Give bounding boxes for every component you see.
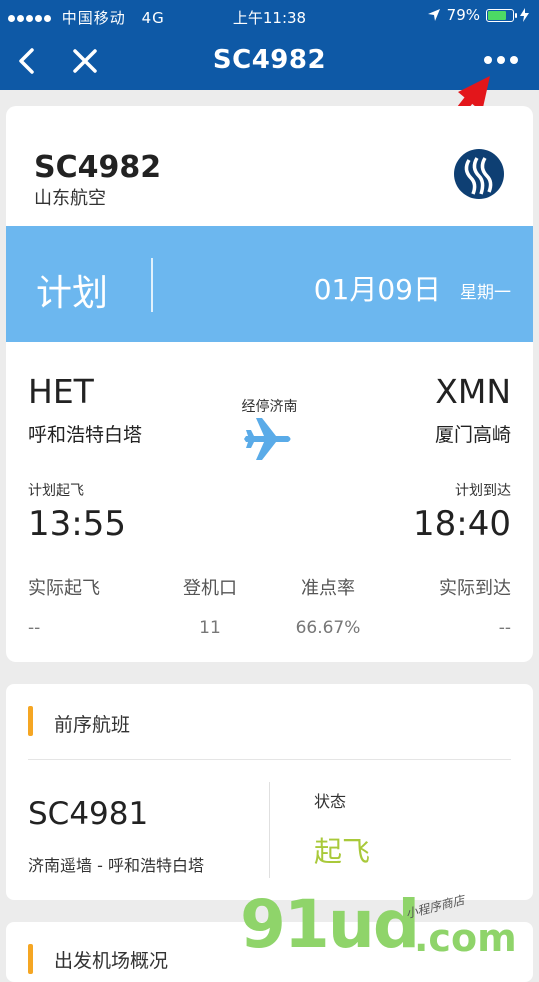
band-divider: [151, 258, 153, 312]
airline-name: 山东航空: [34, 188, 106, 209]
section-accent-bar: [28, 944, 33, 974]
stat-label: 实际起飞: [28, 578, 100, 599]
previous-flight-status-label: 状态: [314, 792, 347, 811]
status-right: 79%: [427, 6, 529, 24]
flight-weekday: 星期一: [460, 283, 511, 303]
battery-percent: 79%: [446, 6, 480, 24]
departure-time: 13:55: [28, 504, 126, 544]
battery-icon: [486, 8, 517, 22]
arrival-code: XMN: [435, 372, 511, 411]
flight-status: 计划: [36, 273, 109, 314]
location-arrow-icon: [427, 9, 440, 21]
status-band: 计划 01月09日 星期一: [6, 226, 533, 342]
section-title: 前序航班: [54, 714, 131, 736]
stat-value: 66.67%: [295, 618, 361, 638]
arrival-time-label: 计划到达: [455, 483, 511, 499]
previous-flight-status: 起飞: [314, 835, 371, 868]
shandong-airlines-logo-icon: [454, 149, 504, 199]
status-bar: 中国移动 4G 上午11:38 79%: [0, 0, 539, 32]
more-button[interactable]: [481, 52, 521, 68]
more-dots-icon: [484, 56, 492, 64]
flight-card: SC4982 山东航空 计划 01月09日 星期一 HET 呼和浩特白塔 经停济…: [6, 106, 533, 662]
stat-gate: 登机口 11: [178, 574, 242, 638]
flight-stats: 实际起飞 -- 登机口 11 准点率 66.67% 实际到达 --: [6, 574, 533, 644]
stat-value: --: [28, 618, 41, 638]
previous-flight-card[interactable]: 前序航班 SC4981 济南遥墙 - 呼和浩特白塔 状态 起飞: [6, 684, 533, 900]
watermark-logo: 91ud: [240, 886, 420, 963]
stat-on-time-rate: 准点率 66.67%: [290, 574, 366, 638]
section-accent-bar: [28, 706, 33, 736]
flight-date: 01月09日: [313, 273, 441, 306]
page-title: SC4982: [212, 45, 327, 75]
watermark-suffix: .com: [414, 916, 517, 960]
stat-actual-arrival: 实际到达 --: [439, 574, 511, 638]
stat-label: 实际到达: [439, 578, 511, 599]
stat-label: 准点率: [301, 578, 355, 599]
arrival-city: 厦门高崎: [434, 424, 511, 446]
airplane-icon: [244, 418, 291, 460]
arrival-time: 18:40: [413, 504, 511, 544]
vertical-divider: [269, 782, 270, 878]
charging-icon: [520, 8, 529, 22]
stat-value: 11: [199, 618, 221, 638]
divider: [28, 759, 511, 760]
flight-number: SC4982: [34, 150, 162, 185]
previous-flight-route: 济南遥墙 - 呼和浩特白塔: [28, 856, 204, 875]
stat-value: --: [498, 618, 511, 638]
previous-flight-number: SC4981: [28, 796, 149, 832]
stat-label: 登机口: [183, 578, 237, 599]
departure-city: 呼和浩特白塔: [28, 424, 143, 446]
departure-time-label: 计划起飞: [28, 483, 84, 499]
stat-actual-departure: 实际起飞 --: [28, 574, 100, 638]
